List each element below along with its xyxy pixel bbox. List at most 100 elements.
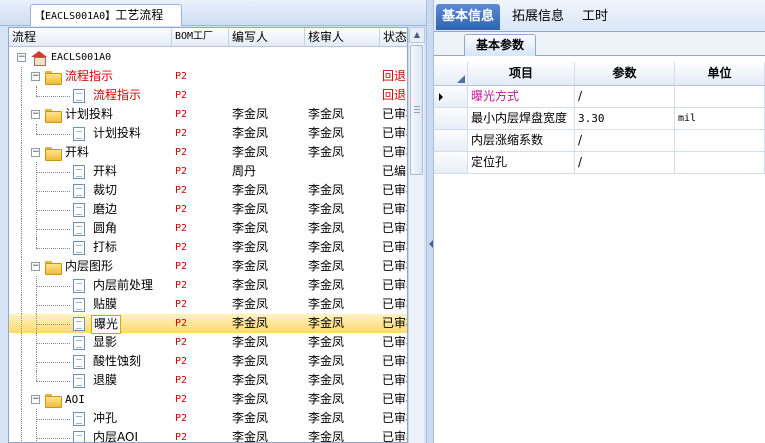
folder-icon bbox=[45, 394, 62, 408]
author-cell: 周丹 bbox=[232, 164, 257, 178]
table-row[interactable]: − EACLS001A0 bbox=[9, 48, 407, 67]
reviewer-cell: 李金凤 bbox=[308, 297, 345, 311]
table-row[interactable]: − 内层图形 P2 李金凤 李金凤 已审核 bbox=[9, 257, 407, 276]
tree-node-label: 冲孔 bbox=[93, 411, 118, 425]
table-row[interactable]: 显影 P2 李金凤 李金凤 已审核 bbox=[9, 333, 407, 352]
tab-work-hours[interactable]: 工时 bbox=[576, 4, 614, 30]
author-cell: 李金凤 bbox=[232, 411, 269, 425]
reviewer-cell: 李金凤 bbox=[308, 278, 345, 292]
tab-basic-info[interactable]: 基本信息 bbox=[436, 4, 501, 30]
table-row[interactable]: − 计划投料 P2 李金凤 李金凤 已审核 bbox=[9, 105, 407, 124]
table-row[interactable]: 裁切 P2 李金凤 李金凤 已审核 bbox=[9, 181, 407, 200]
table-row[interactable]: 曝光方式 / bbox=[434, 86, 765, 108]
table-row[interactable]: − AOI P2 李金凤 李金凤 已审核 bbox=[9, 390, 407, 409]
grid-header: 流程 BOM工厂 编写人 核审人 状态 bbox=[9, 28, 407, 47]
author-cell: 李金凤 bbox=[232, 354, 269, 368]
row-indicator[interactable] bbox=[434, 130, 468, 151]
collapse-toggle[interactable]: − bbox=[31, 395, 40, 404]
table-row[interactable]: 酸性蚀刻 P2 李金凤 李金凤 已审核 bbox=[9, 352, 407, 371]
table-row[interactable]: − 开料 P2 李金凤 李金凤 已审核 bbox=[9, 143, 407, 162]
table-row[interactable]: − 流程指示 P2 回退 bbox=[9, 67, 407, 86]
tree-node-label: 圆角 bbox=[93, 221, 118, 235]
table-row[interactable]: 内层AOI P2 李金凤 李金凤 已审核 bbox=[9, 428, 407, 443]
folder-icon bbox=[45, 109, 62, 123]
row-indicator[interactable] bbox=[434, 86, 468, 107]
param-unit bbox=[675, 86, 765, 107]
param-value[interactable]: / bbox=[575, 152, 675, 173]
document-icon bbox=[73, 374, 85, 388]
col-header-value[interactable]: 参数 bbox=[575, 62, 675, 85]
tree-cell: − AOI bbox=[9, 390, 172, 409]
collapse-toggle[interactable]: − bbox=[31, 262, 40, 271]
row-indicator-header[interactable] bbox=[434, 62, 468, 85]
param-value[interactable]: / bbox=[575, 86, 675, 107]
folder-icon bbox=[45, 261, 62, 275]
table-row[interactable]: 内层前处理 P2 李金凤 李金凤 已审核 bbox=[9, 276, 407, 295]
table-row[interactable]: 计划投料 P2 李金凤 李金凤 已审核 bbox=[9, 124, 407, 143]
document-icon bbox=[73, 279, 85, 293]
tree-cell: 酸性蚀刻 bbox=[9, 352, 172, 371]
document-icon bbox=[73, 241, 85, 255]
bom-cell: P2 bbox=[175, 128, 188, 139]
author-cell: 李金凤 bbox=[232, 202, 269, 216]
author-cell: 李金凤 bbox=[232, 278, 269, 292]
table-row[interactable]: 退膜 P2 李金凤 李金凤 已审核 bbox=[9, 371, 407, 390]
collapse-toggle[interactable]: − bbox=[31, 148, 40, 157]
col-header-item[interactable]: 项目 bbox=[468, 62, 575, 85]
scroll-up-icon[interactable]: ▲ bbox=[409, 27, 425, 43]
table-row[interactable]: 最小内层焊盘宽度 3.30 mil bbox=[434, 108, 765, 130]
param-unit bbox=[675, 130, 765, 151]
collapse-toggle[interactable]: − bbox=[31, 72, 40, 81]
reviewer-cell: 李金凤 bbox=[308, 335, 345, 349]
collapse-toggle[interactable]: − bbox=[17, 53, 26, 62]
bom-cell: P2 bbox=[175, 356, 188, 367]
tree-node-label: 酸性蚀刻 bbox=[93, 354, 142, 368]
table-row[interactable]: 贴膜 P2 李金凤 李金凤 已审核 bbox=[9, 295, 407, 314]
param-name: 曝光方式 bbox=[468, 86, 575, 107]
scrollbar-thumb[interactable] bbox=[410, 45, 423, 175]
status-cell: 已审核 bbox=[382, 354, 407, 368]
table-row[interactable]: 圆角 P2 李金凤 李金凤 已审核 bbox=[9, 219, 407, 238]
tree-cell: 计划投料 bbox=[9, 124, 172, 143]
param-value[interactable]: / bbox=[575, 130, 675, 151]
tree-cell: − 流程指示 bbox=[9, 67, 172, 86]
document-icon bbox=[73, 184, 85, 198]
table-row[interactable]: 流程指示 P2 回退 bbox=[9, 86, 407, 105]
bom-cell: P2 bbox=[175, 109, 188, 120]
param-value[interactable]: 3.30 bbox=[575, 108, 675, 129]
panel-splitter[interactable] bbox=[426, 0, 434, 443]
col-header-reviewer[interactable]: 核审人 bbox=[305, 28, 380, 47]
col-header-author[interactable]: 编写人 bbox=[229, 28, 305, 47]
row-indicator[interactable] bbox=[434, 152, 468, 173]
tab-basic-params[interactable]: 基本参数 bbox=[464, 34, 536, 56]
process-flow-tab[interactable]: 【EACLS001A0】工艺流程 bbox=[30, 4, 182, 26]
col-header-status[interactable]: 状态 bbox=[380, 28, 407, 47]
tree-node-label: 曝光 bbox=[91, 315, 122, 334]
table-row[interactable]: 磨边 P2 李金凤 李金凤 已审核 bbox=[9, 200, 407, 219]
table-row[interactable]: 打标 P2 李金凤 李金凤 已审核 bbox=[9, 238, 407, 257]
reviewer-cell: 李金凤 bbox=[308, 259, 345, 273]
process-flow-tab-title: 工艺流程 bbox=[115, 8, 164, 22]
collapse-toggle[interactable]: − bbox=[31, 110, 40, 119]
reviewer-cell: 李金凤 bbox=[308, 411, 345, 425]
vertical-scrollbar[interactable]: ▲ bbox=[408, 27, 425, 443]
status-cell: 已审核 bbox=[382, 202, 407, 216]
table-row-selected[interactable]: 曝光 P2 李金凤 李金凤 已审核 bbox=[9, 314, 407, 334]
table-row[interactable]: 冲孔 P2 李金凤 李金凤 已审核 bbox=[9, 409, 407, 428]
table-row[interactable]: 定位孔 / bbox=[434, 152, 765, 174]
tab-extended-info[interactable]: 拓展信息 bbox=[506, 4, 570, 30]
col-header-unit[interactable]: 单位 bbox=[675, 62, 765, 85]
reviewer-cell: 李金凤 bbox=[308, 430, 345, 443]
collapse-left-icon[interactable] bbox=[429, 240, 433, 248]
row-indicator[interactable] bbox=[434, 108, 468, 129]
params-table: 项目 参数 单位 曝光方式 / 最小内层焊盘宽度 3.30 mil 内层涨缩系数… bbox=[434, 62, 765, 174]
reviewer-cell: 李金凤 bbox=[308, 183, 345, 197]
table-row[interactable]: 开料 P2 周丹 已编写 bbox=[9, 162, 407, 181]
table-row[interactable]: 内层涨缩系数 / bbox=[434, 130, 765, 152]
tree-node-label: 贴膜 bbox=[93, 297, 118, 311]
document-icon bbox=[73, 203, 85, 217]
bom-cell: P2 bbox=[175, 185, 188, 196]
col-header-flow[interactable]: 流程 bbox=[9, 28, 172, 47]
col-header-bom[interactable]: BOM工厂 bbox=[172, 28, 229, 47]
process-tree-grid: 流程 BOM工厂 编写人 核审人 状态 − EACLS001A0 − 流程指示 … bbox=[8, 27, 408, 443]
